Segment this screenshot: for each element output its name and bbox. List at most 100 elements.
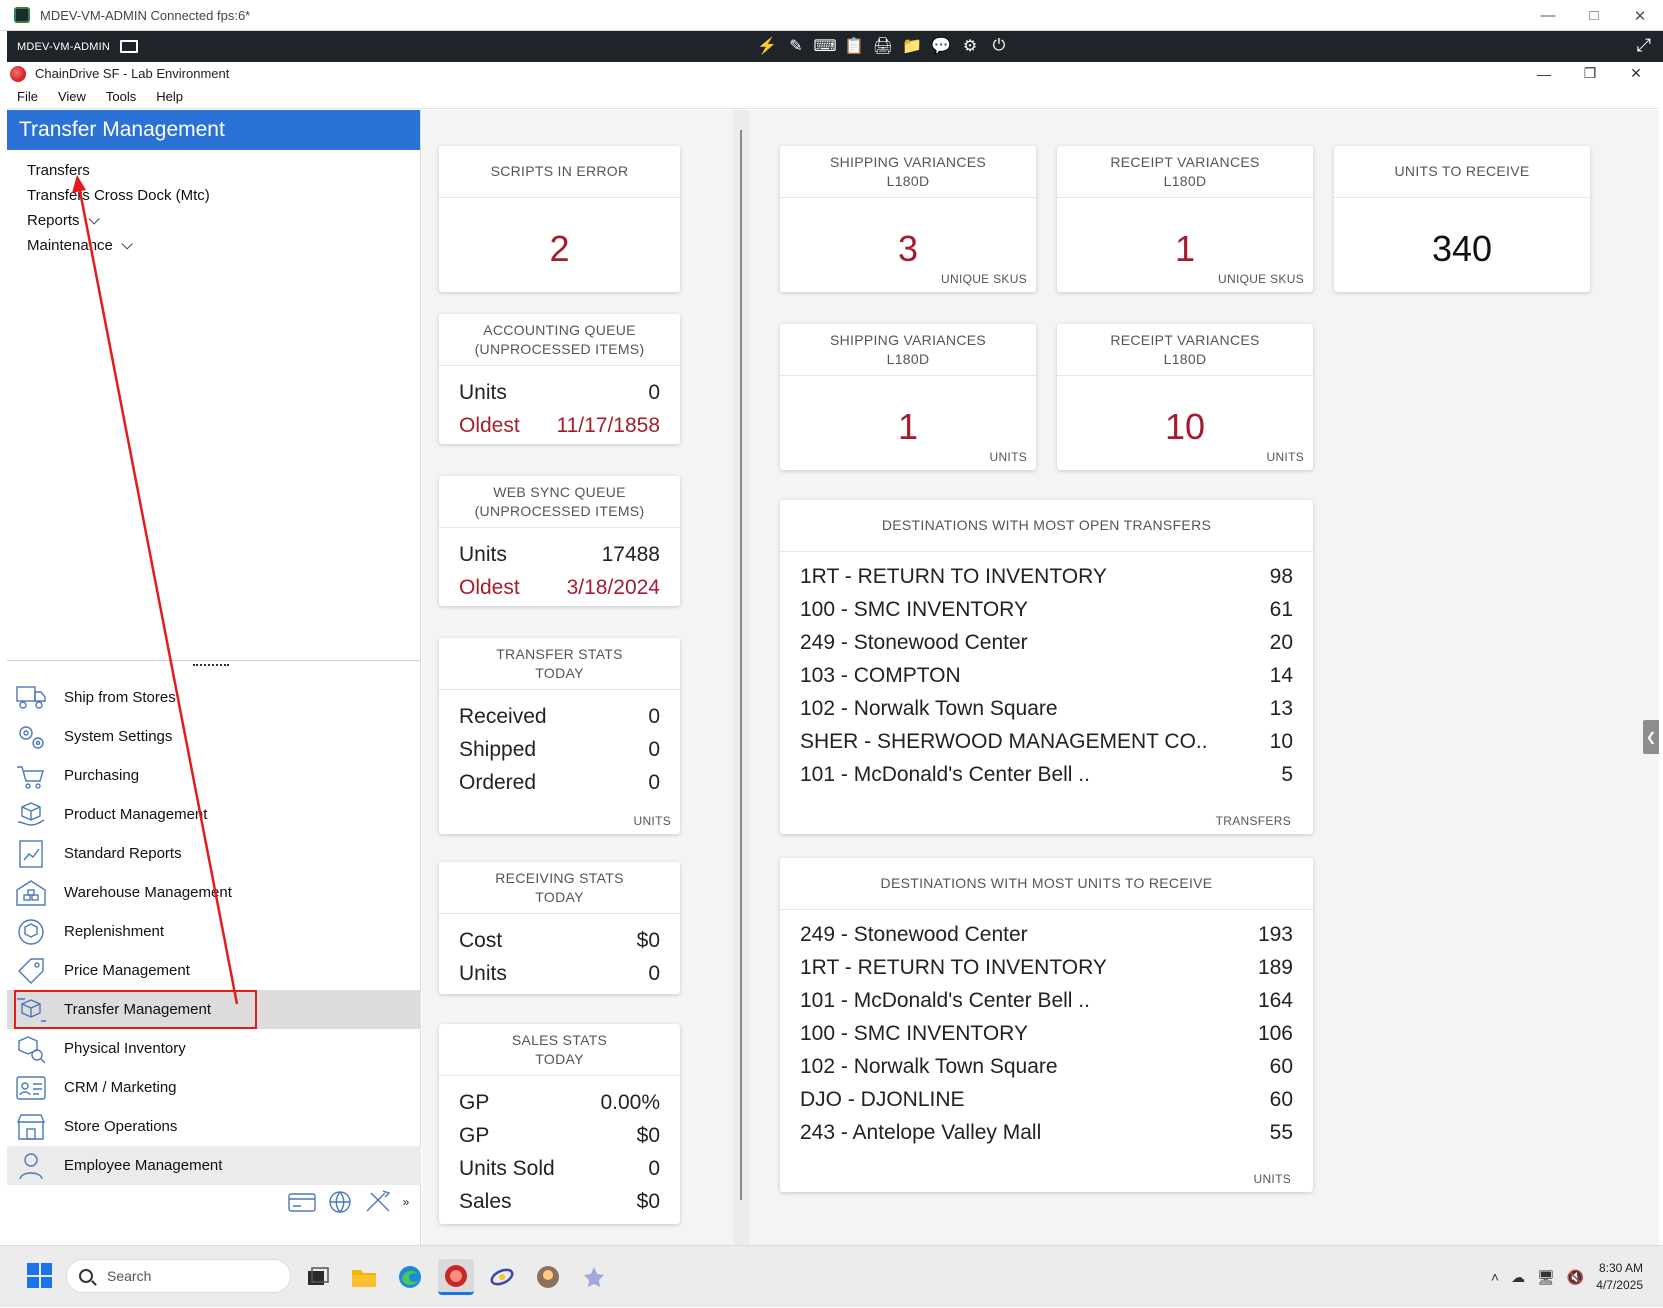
card-sales-stats[interactable]: SALES STATS TODAY GP 0.00% GP $0 Units Sol…	[439, 1024, 680, 1224]
payment-card-icon[interactable]	[287, 1187, 317, 1217]
close-button[interactable]: ✕	[1617, 0, 1663, 31]
onedrive-icon[interactable]: ☁	[1511, 1269, 1525, 1286]
pinned-star-icon[interactable]	[576, 1259, 612, 1295]
folder-icon[interactable]: 📁	[902, 35, 922, 57]
card-units-to-receive[interactable]: UNITS TO RECEIVE 340	[1334, 146, 1590, 292]
card-receiving-stats[interactable]: RECEIVING STATS TODAY Cost $0 Units 0	[439, 862, 680, 994]
card-title-line2: TODAY	[535, 888, 584, 905]
fullscreen-icon[interactable]: ⤢	[1637, 35, 1651, 56]
taskbar-clock[interactable]: 8:30 AM 4/7/2025	[1596, 1260, 1643, 1294]
card-title-text: DESTINATIONS WITH MOST UNITS TO RECEIVE	[880, 875, 1213, 891]
card-shipping-variances-skus[interactable]: SHIPPING VARIANCES L180D 3 UNIQUE SKUS	[780, 146, 1036, 292]
destination-count: 10	[1269, 729, 1293, 753]
windows-start-icon[interactable]	[27, 1263, 52, 1288]
card-receipt-variances-skus[interactable]: RECEIPT VARIANCES L180D 1 UNIQUE SKUS	[1057, 146, 1313, 292]
minimize-button[interactable]: —	[1525, 0, 1571, 31]
nav-transfers-cross-dock[interactable]: Transfers Cross Dock (Mtc)	[7, 183, 420, 208]
file-explorer-icon[interactable]	[346, 1259, 382, 1295]
chaindrive-app-icon[interactable]	[438, 1259, 474, 1295]
nav-transfers[interactable]: Transfers	[7, 158, 420, 183]
list-row[interactable]: 103 - COMPTON 14	[800, 659, 1293, 692]
scroll-track[interactable]	[740, 130, 742, 1200]
chat-icon[interactable]: 💬	[931, 35, 951, 57]
list-row[interactable]: 100 - SMC INVENTORY 61	[800, 593, 1293, 626]
module-system-settings[interactable]: System Settings	[7, 717, 421, 756]
card-title-line1: RECEIVING STATS	[495, 869, 624, 886]
destination-count: 5	[1281, 762, 1293, 786]
list-row[interactable]: 101 - McDonald's Center Bell .. 164	[800, 984, 1293, 1017]
module-purchasing[interactable]: Purchasing	[7, 756, 421, 795]
menu-tools[interactable]: Tools	[96, 89, 146, 104]
clipboard-icon[interactable]: 📋	[844, 35, 864, 57]
list-row[interactable]: 102 - Norwalk Town Square 60	[800, 1050, 1293, 1083]
card-scripts-in-error[interactable]: SCRIPTS IN ERROR 2	[439, 146, 680, 292]
nav-reports[interactable]: Reports	[7, 208, 420, 233]
module-transfer-management[interactable]: Transfer Management	[7, 990, 421, 1029]
tools-icon[interactable]	[363, 1187, 393, 1217]
vertical-scrollbar[interactable]	[733, 110, 749, 1245]
module-physical-inventory[interactable]: Physical Inventory	[7, 1029, 421, 1068]
menu-file[interactable]: File	[7, 89, 48, 104]
module-standard-reports[interactable]: Standard Reports	[7, 834, 421, 873]
stat-row: Received 0	[459, 700, 660, 733]
panel-splitter[interactable]	[7, 660, 421, 676]
list-row[interactable]: 249 - Stonewood Center 193	[800, 918, 1293, 951]
app-minimize-button[interactable]: —	[1521, 62, 1567, 85]
list-row[interactable]: 243 - Antelope Valley Mall 55	[800, 1116, 1293, 1149]
edge-browser-icon[interactable]	[392, 1259, 428, 1295]
menu-view[interactable]: View	[48, 89, 96, 104]
card-shipping-variances-units[interactable]: SHIPPING VARIANCES L180D 1 UNITS	[780, 324, 1036, 470]
list-row[interactable]: 100 - SMC INVENTORY 106	[800, 1017, 1293, 1050]
card-receipt-variances-units[interactable]: RECEIPT VARIANCES L180D 10 UNITS	[1057, 324, 1313, 470]
card-transfer-stats[interactable]: TRANSFER STATS TODAY Received 0 Shipped 0 …	[439, 638, 680, 834]
list-row[interactable]: 249 - Stonewood Center 20	[800, 626, 1293, 659]
list-row[interactable]: 1RT - RETURN TO INVENTORY 189	[800, 951, 1293, 984]
module-label: Product Management	[64, 806, 208, 823]
remote-app-icon[interactable]	[484, 1259, 520, 1295]
card-destinations-units-to-receive[interactable]: DESTINATIONS WITH MOST UNITS TO RECEIVE …	[780, 858, 1313, 1192]
module-employee-management[interactable]: Employee Management	[7, 1146, 421, 1185]
collapse-panel-chevron-icon[interactable]: ❮	[1643, 720, 1659, 754]
keyboard-icon[interactable]: ⌨	[813, 35, 836, 57]
list-row[interactable]: 102 - Norwalk Town Square 13	[800, 692, 1293, 725]
list-row[interactable]: 101 - McDonald's Center Bell .. 5	[800, 758, 1293, 791]
module-product-management[interactable]: Product Management	[7, 795, 421, 834]
maximize-button[interactable]: □	[1571, 0, 1617, 31]
card-web-sync-queue[interactable]: WEB SYNC QUEUE (UNPROCESSED ITEMS) Units…	[439, 476, 680, 606]
module-warehouse-management[interactable]: Warehouse Management	[7, 873, 421, 912]
nav-maintenance[interactable]: Maintenance	[7, 233, 420, 258]
volume-icon[interactable]: 🔇	[1567, 1269, 1584, 1286]
globe-icon[interactable]	[325, 1187, 355, 1217]
card-destinations-open-transfers[interactable]: DESTINATIONS WITH MOST OPEN TRANSFERS 1R…	[780, 500, 1313, 834]
module-store-operations[interactable]: Store Operations	[7, 1107, 421, 1146]
menu-help[interactable]: Help	[146, 89, 193, 104]
module-replenishment[interactable]: Replenishment	[7, 912, 421, 951]
more-chevron-icon[interactable]: »	[401, 1187, 411, 1217]
drag-handle[interactable]	[193, 664, 229, 666]
card-accounting-queue[interactable]: ACCOUNTING QUEUE (UNPROCESSED ITEMS) Uni…	[439, 314, 680, 444]
module-price-management[interactable]: Price Management	[7, 951, 421, 990]
app-restore-button[interactable]: ❐	[1567, 62, 1613, 85]
list-row[interactable]: 1RT - RETURN TO INVENTORY 98	[800, 560, 1293, 593]
chevron-up-icon[interactable]: ˄	[1491, 1269, 1499, 1285]
stat-value: 0	[648, 961, 660, 985]
task-view-icon[interactable]	[300, 1259, 336, 1295]
list-row[interactable]: SHER - SHERWOOD MANAGEMENT CO.. 10	[800, 725, 1293, 758]
power-icon[interactable]: ⏻	[989, 35, 1009, 57]
list-row[interactable]: DJO - DJONLINE 60	[800, 1083, 1293, 1116]
printer-icon[interactable]: 🖨	[873, 35, 893, 57]
store-icon	[14, 1111, 48, 1143]
taskbar-search-box[interactable]: Search	[66, 1259, 291, 1293]
destination-count: 189	[1257, 955, 1293, 979]
edit-icon[interactable]: ✎	[786, 35, 806, 57]
network-icon[interactable]: 🖥	[1537, 1269, 1555, 1286]
stat-value: $0	[636, 1123, 660, 1147]
module-label: Physical Inventory	[64, 1040, 186, 1057]
lightning-icon[interactable]: ⚡	[757, 35, 777, 57]
gear-icon[interactable]: ⚙	[960, 35, 980, 57]
module-ship-from-stores[interactable]: Ship from Stores	[7, 678, 421, 717]
app-close-button[interactable]: ✕	[1613, 62, 1659, 85]
module-crm-marketing[interactable]: CRM / Marketing	[7, 1068, 421, 1107]
monitor-icon[interactable]	[120, 40, 139, 53]
photo-app-icon[interactable]	[530, 1259, 566, 1295]
